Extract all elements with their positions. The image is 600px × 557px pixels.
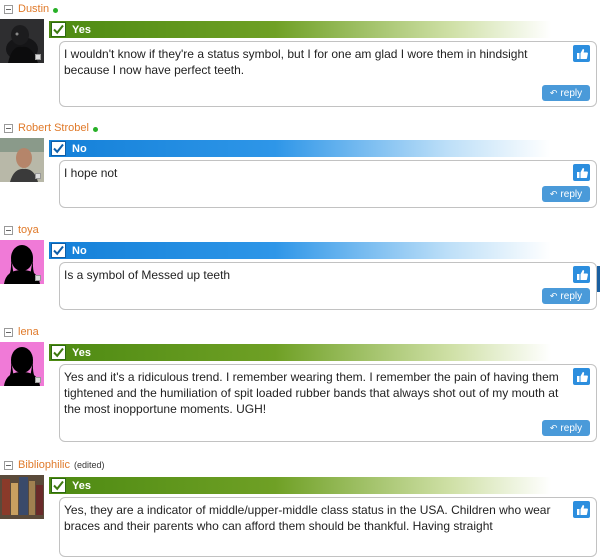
collapse-toggle[interactable] [4, 4, 13, 14]
collapse-toggle[interactable] [4, 327, 13, 337]
online-indicator-icon [92, 127, 98, 132]
comment-body: I wouldn't know if they're a status symb… [59, 41, 597, 107]
avatar-badge-icon [35, 275, 41, 281]
reply-button[interactable]: ↶ reply [542, 186, 590, 202]
edited-label: (edited) [73, 460, 105, 470]
vote-label: No [72, 142, 87, 155]
comment-body: Is a symbol of Messed up teeth ↶ reply [59, 262, 597, 310]
username-link[interactable]: lena [18, 326, 39, 338]
avatar-badge-icon [35, 173, 41, 179]
online-indicator-icon [53, 8, 59, 13]
comment-header: toya [4, 223, 39, 237]
reply-arrow-icon: ↶ [549, 290, 558, 301]
vote-banner: Yes [49, 21, 551, 38]
vote-banner: No [49, 242, 551, 259]
reply-label: reply [560, 87, 583, 99]
vote-label: Yes [72, 23, 91, 36]
vote-banner: No [49, 140, 551, 157]
comment-header: Robert Strobel [4, 121, 98, 135]
username-link[interactable]: Bibliophilic [18, 459, 70, 471]
vote-label: Yes [72, 479, 91, 492]
comment-text: Is a symbol of Messed up teeth [64, 268, 231, 282]
thumbs-up-icon[interactable] [573, 164, 590, 181]
collapse-toggle[interactable] [4, 123, 13, 133]
reply-arrow-icon: ↶ [549, 87, 558, 98]
comment-header: Dustin [4, 2, 59, 16]
collapse-toggle[interactable] [4, 460, 13, 470]
comment-body: Yes and it's a ridiculous trend. I remem… [59, 364, 597, 442]
avatar[interactable] [0, 342, 44, 386]
username-link[interactable]: Dustin [18, 3, 49, 15]
check-icon [51, 141, 66, 156]
comment-body: Yes, they are a indicator of middle/uppe… [59, 497, 597, 557]
thumbs-up-icon[interactable] [573, 501, 590, 518]
comment-body: I hope not ↶ reply [59, 160, 597, 208]
comment-text: I wouldn't know if they're a status symb… [64, 47, 528, 77]
reply-button[interactable]: ↶ reply [542, 85, 590, 101]
thumbs-up-icon[interactable] [573, 266, 590, 283]
collapse-toggle[interactable] [4, 225, 13, 235]
reply-label: reply [560, 422, 583, 434]
avatar[interactable] [0, 19, 44, 63]
vote-banner: Yes [49, 477, 551, 494]
check-icon [51, 478, 66, 493]
reply-button[interactable]: ↶ reply [542, 420, 590, 436]
avatar-badge-icon [35, 377, 41, 383]
check-icon [51, 345, 66, 360]
comment-header: Bibliophilic (edited) [4, 458, 105, 472]
vote-label: Yes [72, 346, 91, 359]
check-icon [51, 22, 66, 37]
reply-arrow-icon: ↶ [549, 422, 558, 433]
comment-text: Yes and it's a ridiculous trend. I remem… [64, 370, 559, 416]
comment-text: Yes, they are a indicator of middle/uppe… [64, 503, 551, 533]
avatar[interactable] [0, 138, 44, 182]
username-link[interactable]: toya [18, 224, 39, 236]
avatar[interactable] [0, 475, 44, 519]
reply-label: reply [560, 290, 583, 302]
reply-button[interactable]: ↶ reply [542, 288, 590, 304]
check-icon [51, 243, 66, 258]
comment-text: I hope not [64, 166, 118, 180]
reply-label: reply [560, 188, 583, 200]
comment-header: lena [4, 325, 39, 339]
reply-arrow-icon: ↶ [549, 188, 558, 199]
vote-label: No [72, 244, 87, 257]
avatar[interactable] [0, 240, 44, 284]
username-link[interactable]: Robert Strobel [18, 122, 89, 134]
vote-banner: Yes [49, 344, 551, 361]
avatar-badge-icon [35, 54, 41, 60]
thumbs-up-icon[interactable] [573, 45, 590, 62]
thumbs-up-icon[interactable] [573, 368, 590, 385]
